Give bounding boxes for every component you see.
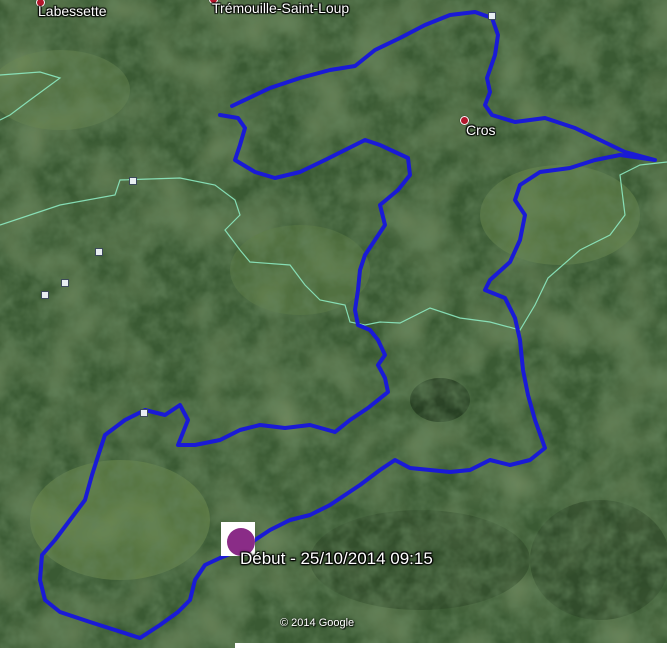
place-label-tremouille[interactable]: Trémouille-Saint-Loup <box>212 0 349 16</box>
waypoint-square-icon[interactable] <box>140 409 148 417</box>
place-label-cros[interactable]: Cros <box>466 122 496 138</box>
waypoint-square-icon[interactable] <box>488 12 496 20</box>
place-label-labessette[interactable]: Labessette <box>38 3 107 19</box>
bottom-strip <box>235 643 667 648</box>
satellite-map[interactable]: Labessette Trémouille-Saint-Loup Cros Dé… <box>0 0 667 648</box>
waypoint-square-icon[interactable] <box>129 177 137 185</box>
start-label: Début - 25/10/2014 09:15 <box>240 549 433 568</box>
waypoint-square-icon[interactable] <box>61 279 69 287</box>
copyright-notice: © 2014 Google <box>280 617 355 629</box>
waypoint-square-icon[interactable] <box>41 291 49 299</box>
waypoint-square-icon[interactable] <box>95 248 103 256</box>
